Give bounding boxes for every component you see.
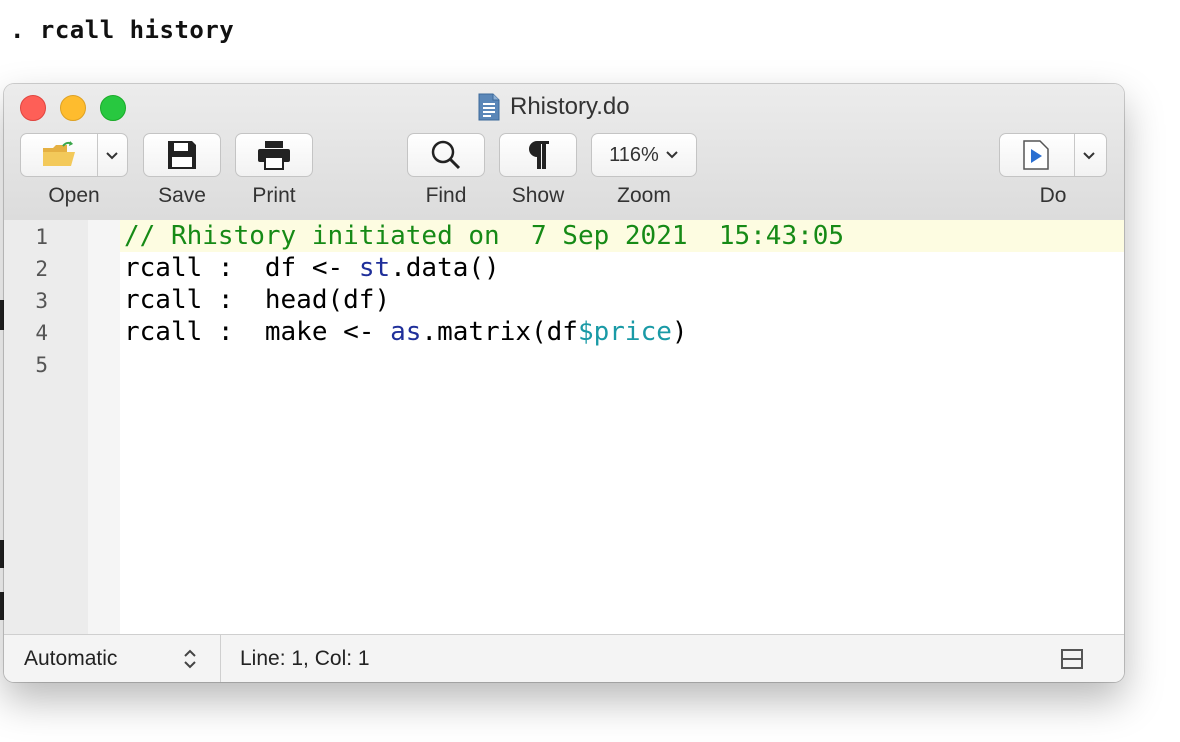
window-title: Rhistory.do (478, 92, 630, 122)
window-title-text: Rhistory.do (510, 93, 630, 120)
open-button[interactable] (20, 133, 128, 177)
code-line[interactable]: rcall : df <- st.data() (124, 252, 500, 284)
code-comment: // Rhistory initiated on 7 Sep 2021 15:4… (124, 221, 845, 251)
code-function: as (390, 317, 422, 347)
status-divider (220, 635, 221, 682)
save-label: Save (158, 184, 206, 207)
console-command: . rcall history (10, 16, 235, 44)
code-function: st (358, 253, 391, 283)
chevron-down-icon[interactable] (105, 151, 119, 161)
up-down-chevron-icon (184, 649, 196, 669)
title-bar: Rhistory.do Open Save Print Find Show 11… (4, 84, 1124, 221)
status-bar: Automatic Line: 1, Col: 1 (4, 634, 1124, 682)
code-line[interactable]: // Rhistory initiated on 7 Sep 2021 15:4… (124, 220, 844, 252)
code-text: rcall : df <- (124, 253, 359, 283)
magnifying-glass-icon (431, 140, 461, 170)
document-icon (478, 93, 500, 121)
run-document-icon (1023, 140, 1049, 170)
folder-open-icon (43, 141, 75, 166)
zoom-value: 116% (609, 143, 659, 166)
code-editor[interactable]: 1 2 3 4 5 // Rhistory initiated on 7 Sep… (4, 220, 1124, 634)
find-label: Find (425, 184, 467, 207)
printer-icon (258, 141, 290, 170)
show-button[interactable] (499, 133, 577, 177)
show-label: Show (511, 184, 565, 207)
fold-margin (88, 220, 120, 634)
zoom-label: Zoom (617, 184, 671, 207)
code-variable: $price (577, 317, 672, 347)
line-number: 4 (35, 321, 48, 345)
print-button[interactable] (235, 133, 313, 177)
pilcrow-icon (529, 141, 549, 169)
line-number: 2 (35, 257, 48, 281)
find-button[interactable] (407, 133, 485, 177)
do-label: Do (1039, 184, 1067, 207)
chevron-down-icon[interactable] (1082, 151, 1096, 161)
syntax-mode-selector[interactable]: Automatic (4, 635, 220, 682)
code-text: .matrix(df (421, 317, 578, 347)
floppy-disk-icon (168, 141, 196, 169)
chevron-down-icon (666, 151, 678, 159)
code-text: ) (671, 317, 688, 347)
do-button[interactable] (999, 133, 1107, 177)
minimize-window-button[interactable] (60, 95, 86, 121)
syntax-mode-value: Automatic (24, 647, 118, 670)
split-view-icon[interactable] (1061, 649, 1083, 669)
zoom-window-button[interactable] (100, 95, 126, 121)
code-text: .data() (390, 253, 500, 283)
code-text: rcall : make <- (124, 317, 391, 347)
line-number: 1 (35, 225, 48, 249)
code-line[interactable]: rcall : make <- as.matrix(df$price) (124, 316, 688, 348)
close-window-button[interactable] (20, 95, 46, 121)
open-label: Open (48, 184, 100, 207)
code-text: rcall : head(df) (124, 285, 391, 315)
code-line[interactable]: rcall : head(df) (124, 284, 390, 316)
zoom-dropdown[interactable]: 116% (591, 133, 697, 177)
do-file-editor-window: Rhistory.do Open Save Print Find Show 11… (4, 84, 1124, 682)
line-number: 5 (35, 353, 48, 377)
cursor-position: Line: 1, Col: 1 (240, 647, 370, 670)
save-button[interactable] (143, 133, 221, 177)
line-number: 3 (35, 289, 48, 313)
print-label: Print (252, 184, 296, 207)
line-number-gutter (4, 220, 88, 634)
